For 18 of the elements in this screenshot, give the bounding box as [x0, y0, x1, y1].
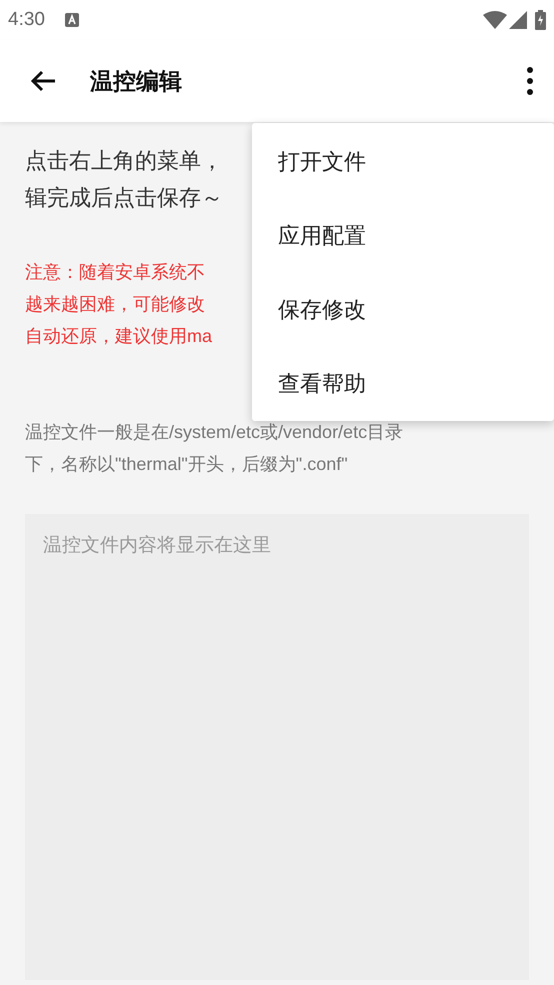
menu-item[interactable]: 打开文件: [252, 124, 554, 198]
menu-item[interactable]: 应用配置: [252, 198, 554, 272]
warning-text-line: 自动还原，建议使用ma: [25, 325, 212, 348]
intro-text-line: 点击右上角的菜单，: [25, 147, 223, 175]
signal-icon: [509, 11, 527, 29]
file-content-field[interactable]: 温控文件内容将显示在这里: [25, 514, 529, 980]
hint-text-line: 下，名称以"thermal"开头，后缀为".conf": [25, 453, 348, 476]
status-time: 4:30: [8, 8, 45, 32]
menu-item[interactable]: 保存修改: [252, 272, 554, 346]
warning-text-line: 注意：随着安卓系统不: [25, 261, 205, 284]
hint-text-line: 温控文件一般是在/system/etc或/vendor/etc目录: [25, 421, 404, 444]
screen-title: 温控编辑: [90, 66, 182, 96]
menu-item[interactable]: 查看帮助: [252, 346, 554, 420]
battery-icon: [535, 10, 546, 30]
intro-text-line: 辑完成后点击保存～: [25, 184, 223, 212]
keyboard-indicator-icon: [64, 13, 79, 27]
wifi-icon: [483, 11, 507, 29]
warning-text-line: 越来越困难，可能修改: [25, 293, 205, 316]
